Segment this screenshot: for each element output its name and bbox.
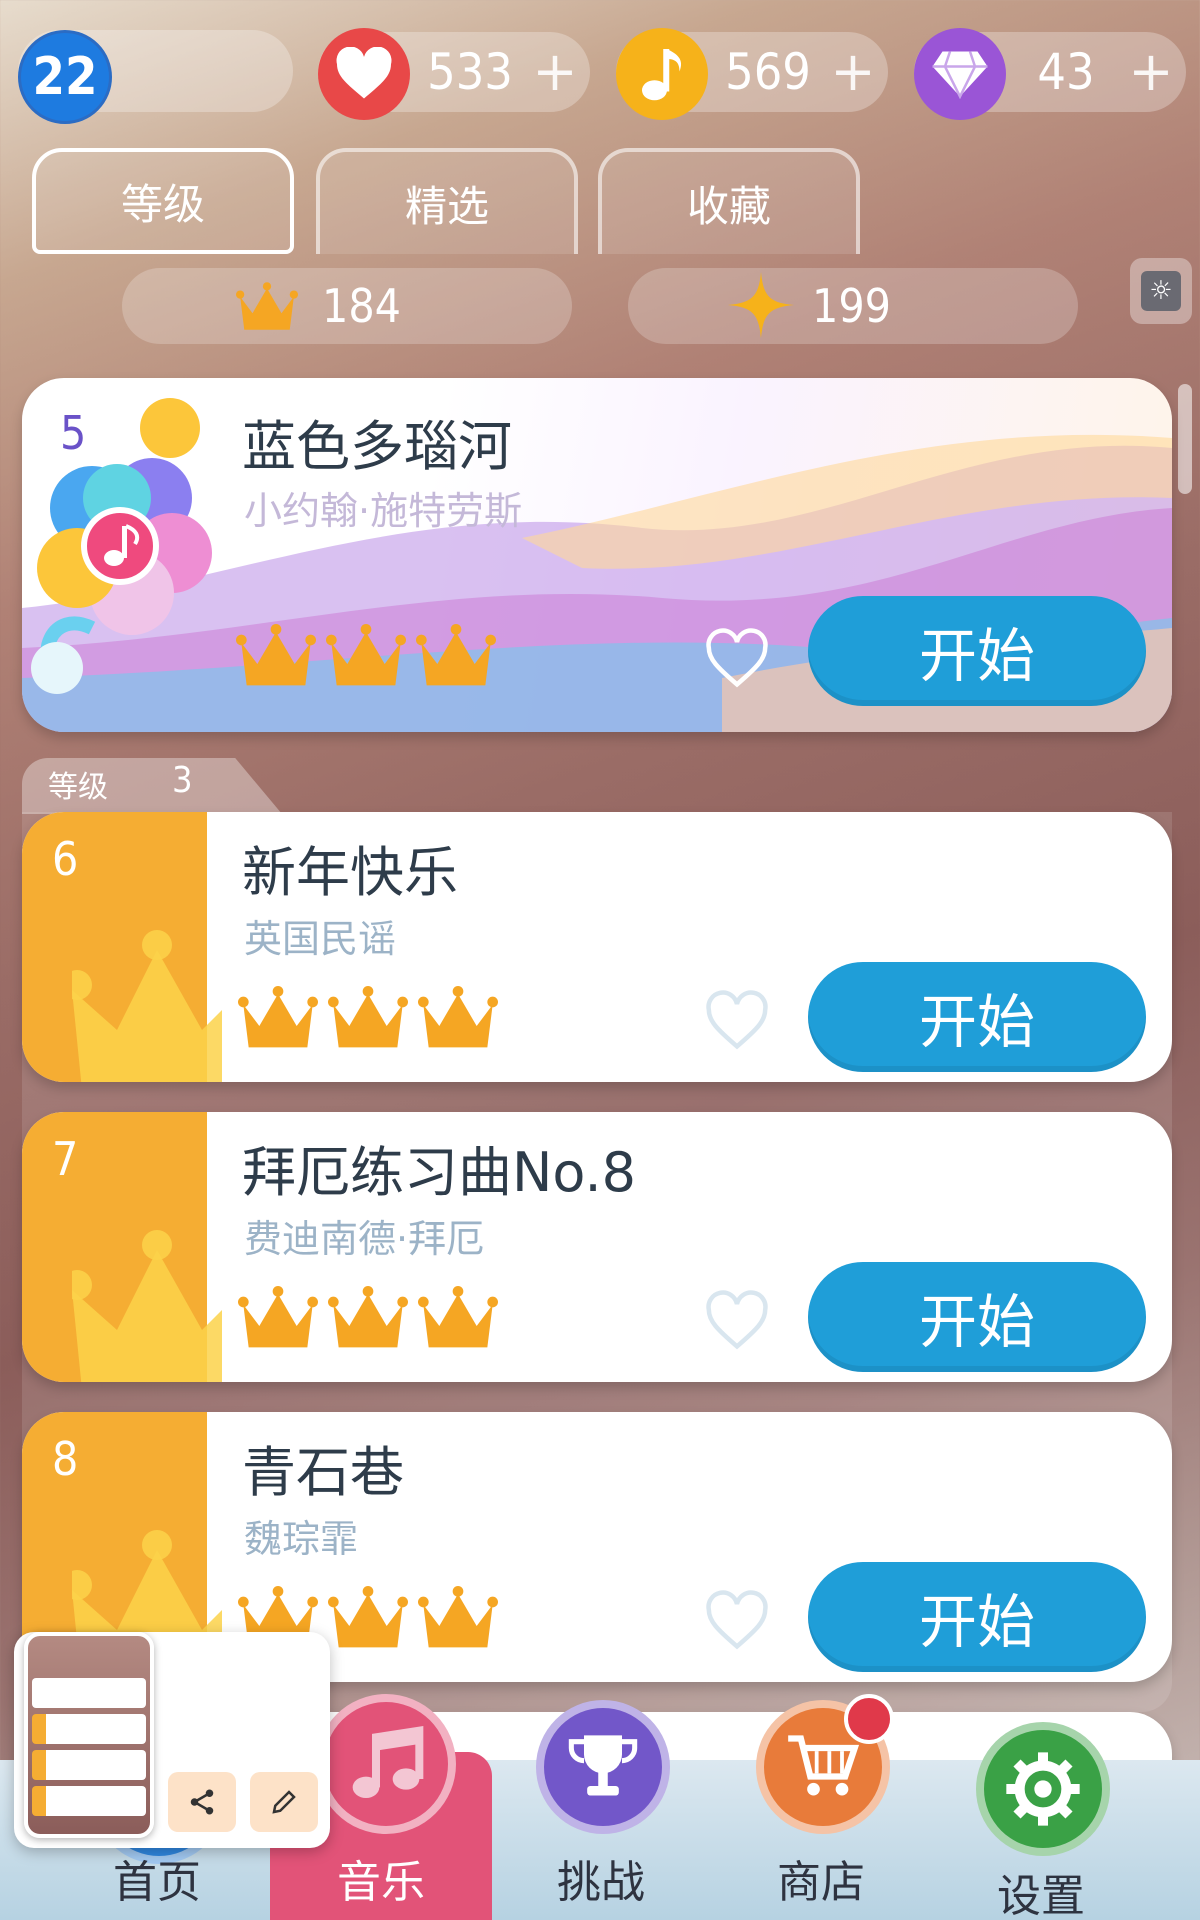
favorite-heart-icon[interactable] xyxy=(702,1290,772,1360)
nav-settings[interactable]: 设置 xyxy=(956,1700,1126,1920)
nav-shop[interactable]: 商店 xyxy=(736,1694,906,1920)
crown-icon xyxy=(238,986,318,1048)
trophy-icon xyxy=(536,1700,670,1834)
crown-icon xyxy=(236,624,316,686)
scrollbar[interactable] xyxy=(1178,384,1192,494)
favorite-heart-icon[interactable] xyxy=(702,1590,772,1660)
hearts-count: 533 xyxy=(427,43,513,101)
edit-button[interactable] xyxy=(250,1772,318,1832)
song-title: 拜厄练习曲No.8 xyxy=(242,1141,637,1204)
crown-icon xyxy=(328,1586,408,1648)
settings-toggle-button[interactable]: ☼ xyxy=(1130,258,1192,324)
add-notes-button[interactable]: + xyxy=(828,40,878,104)
music-note-icon xyxy=(316,1694,456,1834)
music-note-icon xyxy=(616,28,708,120)
notes-count: 569 xyxy=(725,43,811,101)
nav-challenge[interactable]: 挑战 xyxy=(516,1700,686,1920)
crown-rating xyxy=(238,982,518,1062)
crown-icon xyxy=(418,1586,498,1648)
tab-featured[interactable]: 精选 xyxy=(316,148,578,254)
featured-song-card[interactable]: 5 蓝色多瑙河 小约翰·施特劳斯 开始 xyxy=(22,378,1172,732)
song-artist: 小约翰·施特劳斯 xyxy=(244,489,523,533)
screenshot-thumbnail[interactable] xyxy=(24,1632,154,1838)
crown-icon xyxy=(416,624,496,686)
song-number: 7 xyxy=(52,1132,79,1186)
crown-watermark-icon xyxy=(72,930,222,1082)
heart-icon xyxy=(318,28,410,120)
crown-watermark-icon xyxy=(72,1230,222,1382)
nav-home-label: 首页 xyxy=(113,1857,201,1908)
start-button[interactable]: 开始 xyxy=(808,1262,1146,1372)
song-artist: 魏琮霏 xyxy=(244,1517,359,1561)
crown-icon xyxy=(328,1286,408,1348)
nav-settings-label: 设置 xyxy=(997,1871,1085,1920)
share-button[interactable] xyxy=(168,1772,236,1832)
crown-icon xyxy=(326,624,406,686)
song-number: 6 xyxy=(52,832,79,886)
song-number: 5 xyxy=(60,406,87,460)
crown-icon xyxy=(328,986,408,1048)
diamond-icon xyxy=(914,28,1006,120)
favorite-heart-icon[interactable] xyxy=(702,628,772,698)
crown-icon xyxy=(418,1286,498,1348)
favorite-heart-icon[interactable] xyxy=(702,990,772,1060)
card-side-panel xyxy=(22,812,222,1082)
share-icon xyxy=(190,1789,214,1815)
start-button[interactable]: 开始 xyxy=(808,1562,1146,1672)
crown-icon xyxy=(238,1286,318,1348)
pencil-icon xyxy=(272,1790,296,1814)
star-count: 199 xyxy=(812,279,891,333)
gems-count: 43 xyxy=(1037,43,1095,101)
start-button[interactable]: 开始 xyxy=(808,596,1146,706)
song-title: 蓝色多瑙河 xyxy=(242,415,512,478)
tab-favorites[interactable]: 收藏 xyxy=(598,148,860,254)
section-level: 3 xyxy=(172,760,193,801)
song-title: 青石巷 xyxy=(242,1441,404,1504)
sparkle-icon xyxy=(728,272,794,338)
nav-shop-label: 商店 xyxy=(777,1857,865,1908)
nav-challenge-label: 挑战 xyxy=(557,1857,645,1908)
start-button[interactable]: 开始 xyxy=(808,962,1146,1072)
add-gems-button[interactable]: + xyxy=(1126,40,1176,104)
song-card[interactable]: 7 拜厄练习曲No.8 费迪南德·拜厄 开始 xyxy=(22,1112,1172,1382)
nav-music-label: 音乐 xyxy=(337,1857,425,1908)
song-card[interactable]: 6 新年快乐 英国民谣 开始 xyxy=(22,812,1172,1082)
card-side-panel xyxy=(22,1112,222,1382)
song-number: 8 xyxy=(52,1432,79,1486)
song-artist: 英国民谣 xyxy=(244,917,397,961)
song-artist: 费迪南德·拜厄 xyxy=(244,1217,485,1261)
crown-icon xyxy=(418,986,498,1048)
crown-icon xyxy=(236,280,298,334)
flower-art-icon xyxy=(22,378,232,732)
notification-badge xyxy=(844,1694,894,1744)
crown-rating xyxy=(236,620,516,700)
section-label: 等级 xyxy=(48,770,108,805)
add-hearts-button[interactable]: + xyxy=(530,40,580,104)
crown-rating xyxy=(238,1282,518,1362)
sun-icon: ☼ xyxy=(1141,271,1181,311)
player-level-badge[interactable]: 22 xyxy=(18,30,112,124)
gear-icon xyxy=(976,1722,1110,1856)
song-title: 新年快乐 xyxy=(242,841,458,904)
crown-count: 184 xyxy=(322,279,401,333)
tab-level[interactable]: 等级 xyxy=(32,148,294,254)
